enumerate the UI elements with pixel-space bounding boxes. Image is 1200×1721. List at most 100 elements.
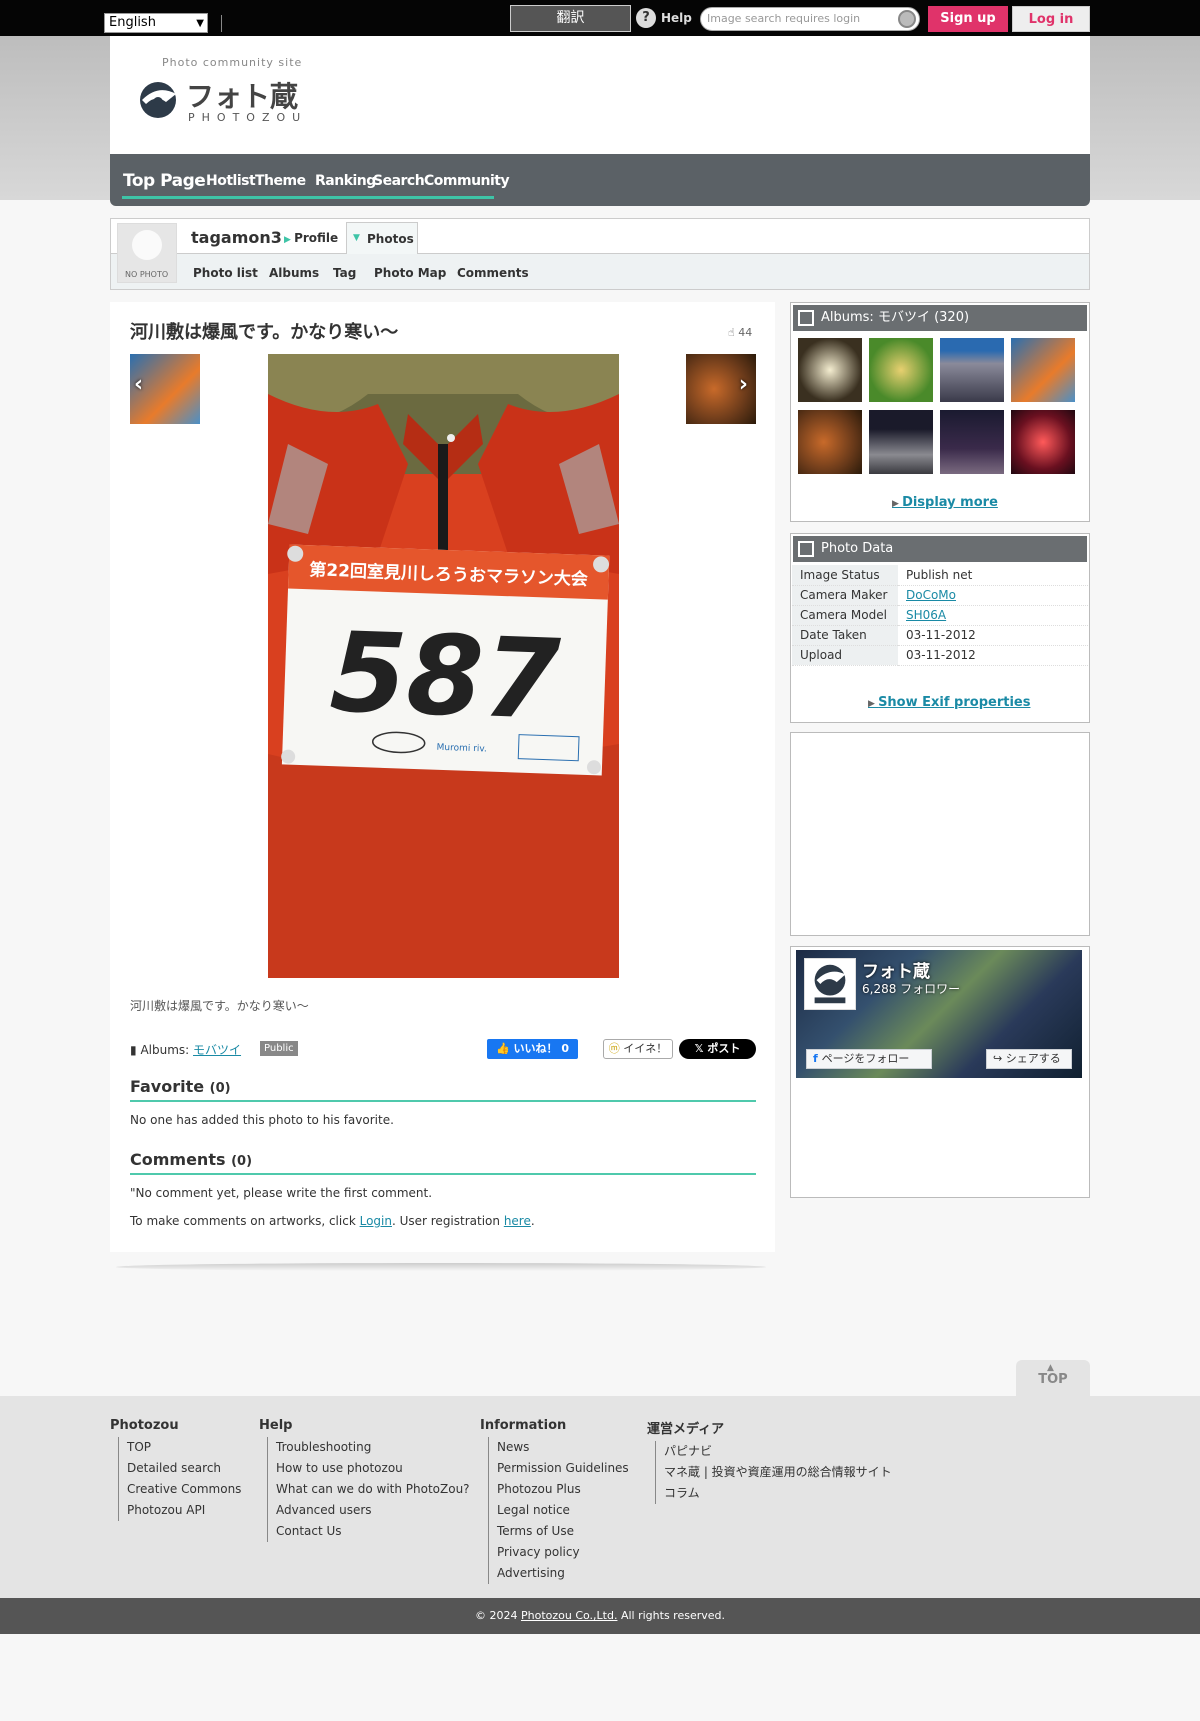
album-link[interactable]: モバツイ bbox=[193, 1043, 241, 1057]
photo-data-value: SH06A bbox=[898, 605, 1088, 626]
nav-top-page[interactable]: Top Page bbox=[123, 171, 206, 191]
footer-link[interactable]: Creative Commons bbox=[118, 1479, 241, 1500]
logo-text[interactable]: フォト蔵 bbox=[186, 75, 298, 115]
table-row: Camera Model SH06A bbox=[792, 605, 1088, 626]
avatar[interactable]: NO PHOTO bbox=[117, 223, 177, 283]
album-thumb[interactable] bbox=[940, 410, 1004, 474]
company-link[interactable]: Photozou Co.,Ltd. bbox=[521, 1609, 617, 1622]
facebook-page-logo[interactable] bbox=[804, 958, 856, 1010]
view-count-value: 44 bbox=[738, 326, 753, 339]
search-input[interactable]: Image search requires login bbox=[700, 7, 920, 31]
tab-profile[interactable]: ▶ Profile bbox=[284, 231, 338, 245]
back-to-top-button[interactable]: ▲ TOP bbox=[1016, 1360, 1090, 1396]
subnav-comments[interactable]: Comments bbox=[457, 266, 529, 280]
mixi-label: イイネ！ bbox=[623, 1042, 668, 1055]
x-post-button[interactable]: 𝕏 ポスト bbox=[679, 1039, 756, 1059]
search-icon[interactable] bbox=[898, 10, 916, 28]
help-icon[interactable]: ? bbox=[636, 8, 656, 28]
footer-link[interactable]: Photozou API bbox=[118, 1500, 241, 1521]
logo-icon[interactable] bbox=[136, 80, 182, 120]
mixi-like-button[interactable]: ⓜ イイネ！ bbox=[603, 1039, 673, 1059]
album-widget-header: Albums: モバツイ (320) bbox=[793, 305, 1087, 331]
footer-link[interactable]: マネ蔵 | 投資や資産運用の総合情報サイト bbox=[655, 1462, 892, 1483]
chevron-right-icon: › bbox=[738, 372, 748, 397]
footer-link[interactable]: News bbox=[488, 1437, 629, 1458]
subnav-albums[interactable]: Albums bbox=[269, 266, 319, 280]
photo-data-value: 03-11-2012 bbox=[898, 645, 1088, 666]
table-row: Date Taken 03-11-2012 bbox=[792, 625, 1088, 646]
help-link[interactable]: Help bbox=[661, 11, 692, 25]
register-link[interactable]: here bbox=[504, 1214, 531, 1228]
footer-col-photozou: Photozou TOP Detailed search Creative Co… bbox=[110, 1418, 241, 1521]
footer-link[interactable]: Detailed search bbox=[118, 1458, 241, 1479]
footer-link[interactable]: Privacy policy bbox=[488, 1542, 629, 1563]
photo-albums: ▮ Albums: モバツイ bbox=[130, 1041, 241, 1058]
footer-link[interactable]: Permission Guidelines bbox=[488, 1458, 629, 1479]
footer-link[interactable]: コラム bbox=[655, 1483, 892, 1504]
comments-count: (0) bbox=[231, 1154, 253, 1169]
nav-hotlist[interactable]: Hotlist bbox=[206, 173, 256, 189]
table-row: Camera Maker DoCoMo bbox=[792, 585, 1088, 606]
album-thumb[interactable] bbox=[869, 410, 933, 474]
comments-heading: Comments (0) bbox=[130, 1150, 756, 1175]
album-thumb[interactable] bbox=[798, 338, 862, 402]
photo-data-key: Camera Maker bbox=[792, 585, 898, 606]
footer-link[interactable]: パピナビ bbox=[655, 1441, 892, 1462]
prev-photo-thumb[interactable]: ‹ bbox=[130, 354, 200, 424]
login-button[interactable]: Log in bbox=[1012, 6, 1090, 32]
facebook-follow-button[interactable]: f ページをフォロー bbox=[806, 1049, 932, 1069]
nav-theme[interactable]: Theme bbox=[255, 173, 306, 189]
footer-link[interactable]: TOP bbox=[118, 1437, 241, 1458]
footer-link[interactable]: Advertising bbox=[488, 1563, 629, 1584]
footer-heading: Photozou bbox=[110, 1418, 179, 1433]
translate-button[interactable]: 翻訳 bbox=[510, 5, 631, 32]
facebook-follow-label: ページをフォロー bbox=[821, 1052, 910, 1065]
footer-heading: Help bbox=[259, 1418, 293, 1433]
next-photo-thumb[interactable]: › bbox=[686, 354, 756, 424]
album-thumb[interactable] bbox=[869, 338, 933, 402]
hand-icon: ☝ bbox=[728, 326, 735, 339]
display-more-link[interactable]: ▶ Display more bbox=[892, 495, 998, 510]
facebook-page-name[interactable]: フォト蔵 bbox=[862, 957, 930, 982]
camera-maker-link[interactable]: DoCoMo bbox=[906, 588, 956, 602]
signup-button[interactable]: Sign up bbox=[928, 6, 1008, 32]
album-thumb[interactable] bbox=[798, 410, 862, 474]
tab-photos[interactable]: ▼ Photos bbox=[346, 222, 418, 254]
divider bbox=[221, 15, 222, 32]
footer-col-information: Information News Permission Guidelines P… bbox=[480, 1418, 629, 1584]
logo-subtext: PHOTOZOU bbox=[188, 111, 308, 124]
footer-heading: Information bbox=[480, 1418, 567, 1433]
subnav-photo-list[interactable]: Photo list bbox=[193, 266, 258, 280]
language-select[interactable]: English ▼ bbox=[104, 13, 208, 33]
footer-link[interactable]: Legal notice bbox=[488, 1500, 629, 1521]
subnav-tag[interactable]: Tag bbox=[333, 266, 356, 280]
fb-like-button[interactable]: 👍 いいね！ 0 bbox=[487, 1039, 578, 1059]
footer-link[interactable]: Advanced users bbox=[267, 1500, 470, 1521]
footer-link[interactable]: How to use photozou bbox=[267, 1458, 470, 1479]
photo-data-key: Camera Model bbox=[792, 605, 898, 626]
username[interactable]: tagamon3 bbox=[191, 228, 282, 247]
album-icon bbox=[798, 310, 814, 326]
camera-model-link[interactable]: SH06A bbox=[906, 608, 946, 622]
photo-data-value: DoCoMo bbox=[898, 585, 1088, 606]
nav-search[interactable]: Search bbox=[373, 173, 425, 189]
album-thumb[interactable] bbox=[1011, 410, 1075, 474]
footer-link[interactable]: Contact Us bbox=[267, 1521, 470, 1542]
album-thumb[interactable] bbox=[1011, 338, 1075, 402]
footer-link[interactable]: What can we do with PhotoZou? bbox=[267, 1479, 470, 1500]
login-link[interactable]: Login bbox=[360, 1214, 392, 1228]
nav-community[interactable]: Community bbox=[424, 173, 510, 189]
nav-ranking[interactable]: Ranking bbox=[315, 173, 376, 189]
footer-link[interactable]: Troubleshooting bbox=[267, 1437, 470, 1458]
comment-prompt-mid: . User registration bbox=[391, 1214, 504, 1228]
main-photo[interactable]: 第22回室見川しろうおマラソン大会 587 Muromi riv. bbox=[268, 354, 619, 978]
facebook-share-button[interactable]: ↪ シェアする bbox=[986, 1049, 1072, 1069]
footer-link[interactable]: Photozou Plus bbox=[488, 1479, 629, 1500]
facebook-icon: f bbox=[813, 1052, 822, 1065]
footer-link[interactable]: Terms of Use bbox=[488, 1521, 629, 1542]
show-exif-link[interactable]: ▶ Show Exif properties bbox=[868, 695, 1030, 710]
subnav-photo-map[interactable]: Photo Map bbox=[374, 266, 446, 280]
photo-data-title: Photo Data bbox=[821, 541, 894, 556]
album-thumb[interactable] bbox=[940, 338, 1004, 402]
footer-col-help: Help Troubleshooting How to use photozou… bbox=[259, 1418, 470, 1542]
